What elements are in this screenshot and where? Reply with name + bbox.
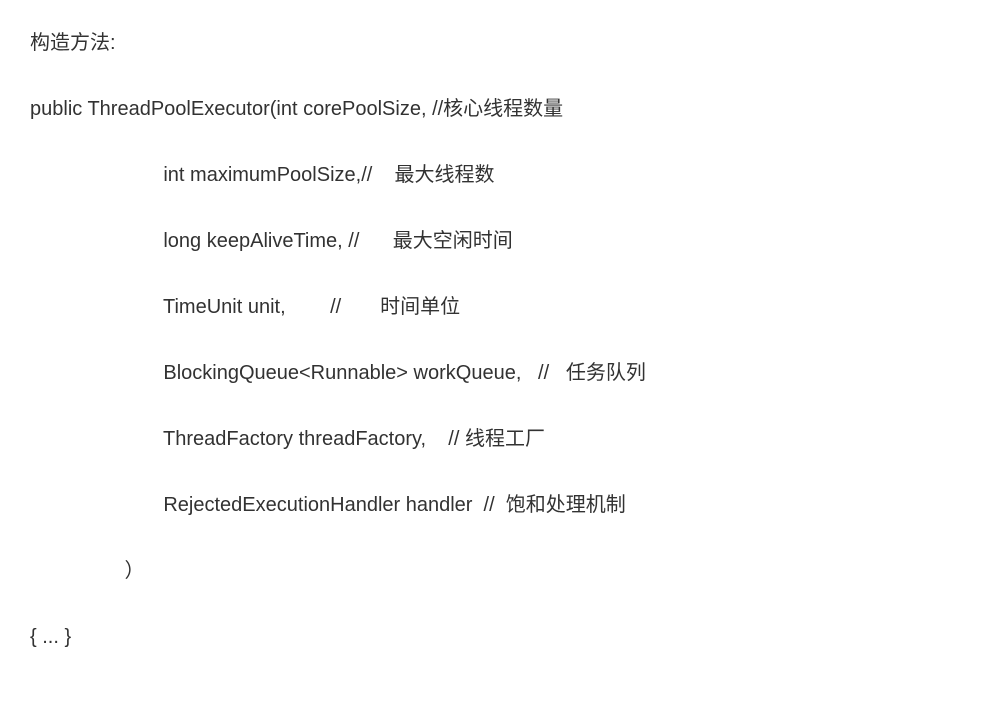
code-heading: 构造方法: (30, 28, 964, 58)
code-param-line: int maximumPoolSize,// 最大线程数 (30, 160, 964, 190)
code-param-line: TimeUnit unit, // 时间单位 (30, 292, 964, 322)
code-signature-open: public ThreadPoolExecutor(int corePoolSi… (30, 94, 964, 124)
code-close-paren: ） (30, 556, 964, 586)
code-body: { ... } (30, 622, 964, 652)
code-param-line: long keepAliveTime, // 最大空闲时间 (30, 226, 964, 256)
code-param-line: BlockingQueue<Runnable> workQueue, // 任务… (30, 358, 964, 388)
code-param-line: RejectedExecutionHandler handler // 饱和处理… (30, 490, 964, 520)
code-param-line: ThreadFactory threadFactory, // 线程工厂 (30, 424, 964, 454)
